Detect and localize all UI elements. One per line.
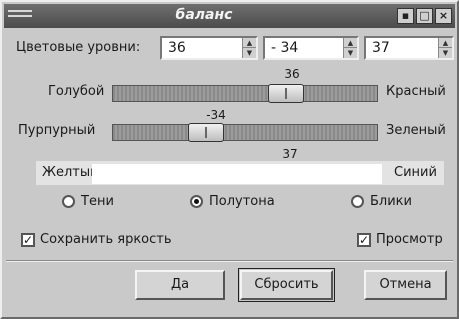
radio-indicator[interactable] — [190, 195, 203, 208]
slider-left-label: Желтый — [42, 165, 99, 180]
checkbox-label: Просмотр — [376, 232, 443, 247]
slider-right-label: Зеленый — [386, 123, 446, 138]
level-value: 36 — [168, 40, 186, 56]
radio-highlights[interactable]: Блики — [351, 194, 412, 209]
radio-label: Полутона — [209, 194, 275, 209]
preserve-luminosity-checkbox[interactable]: ✓ Сохранить яркость — [21, 232, 172, 247]
level-value: - 34 — [271, 40, 299, 56]
checkbox-label: Сохранить яркость — [40, 232, 172, 247]
spin-up-icon[interactable]: ▲ — [344, 38, 357, 48]
menu-icon[interactable]: ▪ — [397, 8, 414, 24]
spin-up-icon[interactable]: ▲ — [243, 38, 256, 48]
radio-label: Тени — [81, 194, 114, 209]
cancel-button[interactable]: Отмена — [364, 270, 447, 300]
slider-right-label: Синий — [394, 165, 437, 180]
spin-down-icon[interactable]: ▼ — [243, 48, 256, 58]
spin-up-icon[interactable]: ▲ — [439, 38, 452, 48]
slider-right-label: Красный — [386, 84, 446, 99]
color-levels-label: Цветовые уровни: — [16, 40, 141, 55]
slider-thumb[interactable] — [188, 123, 224, 142]
level-magenta-green-spinner[interactable]: - 34 ▲ ▼ — [263, 36, 359, 60]
slider-left-label: Пурпурный — [18, 123, 96, 138]
level-yellow-blue-spinner[interactable]: 37 ▲ ▼ — [364, 36, 454, 60]
title-bar[interactable]: баланс ▪ □ × — [4, 4, 455, 28]
radio-indicator[interactable] — [351, 195, 364, 208]
radio-label: Блики — [370, 194, 412, 209]
spin-down-icon[interactable]: ▼ — [439, 48, 452, 58]
spin-down-icon[interactable]: ▼ — [344, 48, 357, 58]
radio-midtones[interactable]: Полутона — [190, 194, 275, 209]
check-icon[interactable]: ✓ — [21, 232, 35, 247]
slider-value: 36 — [284, 67, 300, 81]
radio-shadows[interactable]: Тени — [62, 194, 114, 209]
slider-thumb[interactable] — [268, 84, 304, 103]
close-icon[interactable]: × — [435, 8, 452, 24]
system-menu-icon[interactable] — [8, 10, 32, 22]
check-icon[interactable]: ✓ — [357, 232, 371, 247]
preview-checkbox[interactable]: ✓ Просмотр — [357, 232, 443, 247]
yellow-blue-slider[interactable] — [92, 164, 382, 184]
divider — [6, 260, 453, 262]
level-value: 37 — [372, 40, 390, 56]
level-cyan-red-spinner[interactable]: 36 ▲ ▼ — [160, 36, 258, 60]
magenta-green-slider[interactable] — [112, 123, 378, 142]
maximize-icon[interactable]: □ — [416, 8, 433, 24]
reset-button[interactable]: Сбросить — [238, 268, 335, 302]
window-title: баланс — [175, 7, 233, 23]
slider-left-label: Голубой — [48, 84, 105, 99]
ok-button[interactable]: Да — [135, 270, 225, 300]
slider-value: 37 — [282, 147, 298, 161]
color-balance-dialog: баланс ▪ □ × Цветовые уровни: 36 ▲ ▼ - 34… — [0, 0, 459, 319]
cyan-red-slider[interactable] — [112, 84, 378, 103]
radio-indicator[interactable] — [62, 195, 75, 208]
slider-value: -34 — [206, 108, 226, 122]
